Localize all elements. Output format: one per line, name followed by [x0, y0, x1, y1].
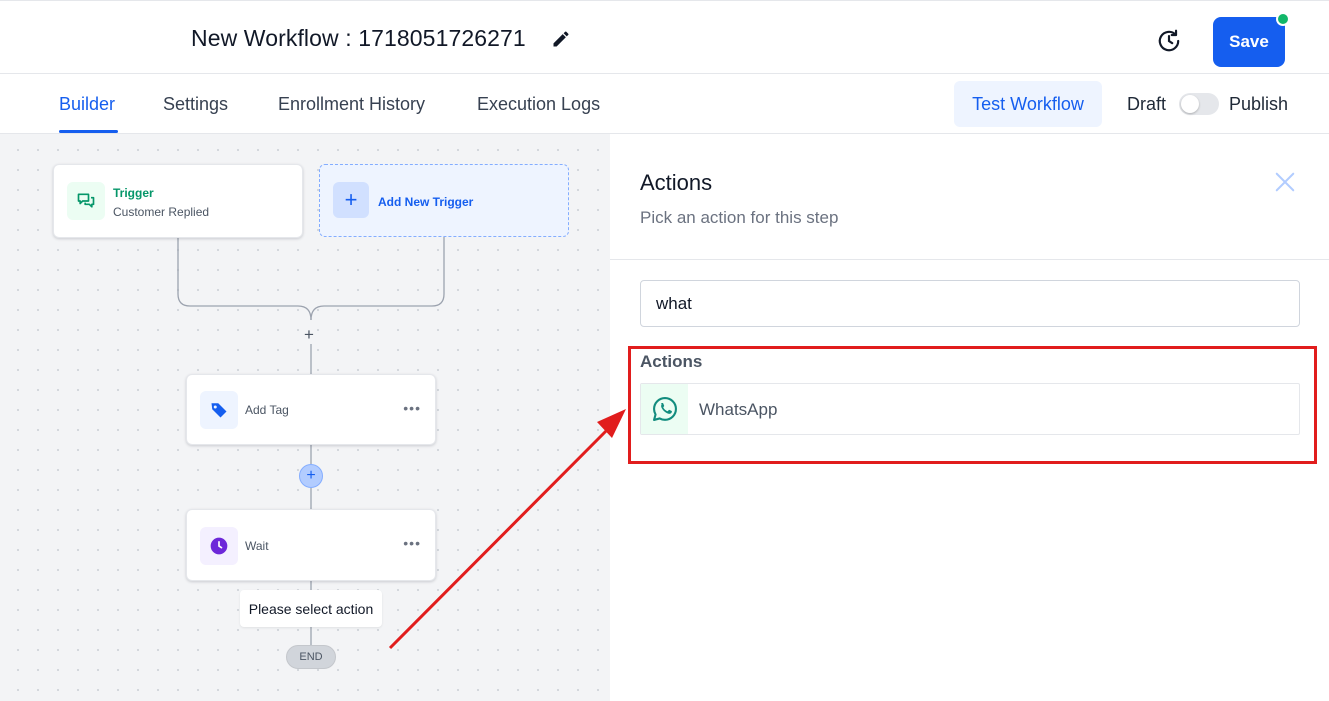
draft-label: Draft [1127, 94, 1167, 114]
step-label: Add Tag [245, 403, 289, 417]
clock-icon [200, 527, 238, 565]
plus-icon: + [333, 182, 369, 218]
add-step-button[interactable]: + [299, 464, 323, 488]
action-item-whatsapp[interactable]: WhatsApp [640, 383, 1300, 435]
trigger-subtitle: Customer Replied [113, 205, 210, 219]
publish-label: Publish [1229, 94, 1289, 114]
tab-builder[interactable]: Builder [59, 94, 115, 115]
save-button[interactable]: Save [1213, 17, 1285, 67]
action-search-input[interactable] [640, 280, 1300, 327]
status-dot [1276, 12, 1290, 26]
active-tab-indicator [59, 130, 118, 133]
add-trigger-label: Add New Trigger [378, 195, 474, 209]
step-label: Wait [245, 539, 269, 553]
tab-enrollment-history[interactable]: Enrollment History [278, 94, 425, 115]
action-label: WhatsApp [699, 400, 778, 419]
tab-bar: Builder Settings Enrollment History Exec… [0, 74, 1329, 134]
more-options-icon[interactable]: ••• [403, 400, 421, 416]
trigger-title: Trigger [113, 186, 154, 200]
history-icon[interactable] [1156, 28, 1182, 54]
end-node: END [286, 645, 336, 669]
divider [610, 259, 1329, 260]
select-action-tooltip: Please select action [240, 590, 382, 627]
step-node-add-tag[interactable]: Add Tag ••• [186, 374, 436, 445]
panel-title: Actions [640, 170, 713, 195]
close-icon[interactable] [1274, 171, 1296, 193]
panel-subtitle: Pick an action for this step [640, 208, 839, 227]
tag-icon [200, 391, 238, 429]
pencil-icon[interactable] [551, 29, 571, 49]
step-node-wait[interactable]: Wait ••• [186, 509, 436, 581]
toggle-knob [1181, 95, 1199, 113]
trigger-node[interactable]: Trigger Customer Replied [53, 164, 303, 238]
tab-settings[interactable]: Settings [163, 94, 228, 115]
section-label: Actions [640, 352, 703, 371]
workflow-canvas[interactable]: Trigger Customer Replied + Add New Trigg… [0, 134, 610, 701]
actions-panel: Actions Pick an action for this step Act… [610, 134, 1329, 701]
add-new-trigger-button[interactable]: + Add New Trigger [319, 164, 569, 237]
publish-toggle[interactable] [1179, 93, 1219, 115]
top-bar: New Workflow : 1718051726271 Save [0, 0, 1329, 74]
more-options-icon[interactable]: ••• [403, 535, 421, 551]
test-workflow-button[interactable]: Test Workflow [954, 81, 1102, 127]
add-step-plus-icon[interactable]: + [304, 325, 314, 345]
workflow-title: New Workflow : 1718051726271 [191, 25, 526, 51]
chat-bubbles-icon [67, 182, 105, 220]
tab-execution-logs[interactable]: Execution Logs [477, 94, 600, 115]
whatsapp-icon [641, 384, 688, 434]
